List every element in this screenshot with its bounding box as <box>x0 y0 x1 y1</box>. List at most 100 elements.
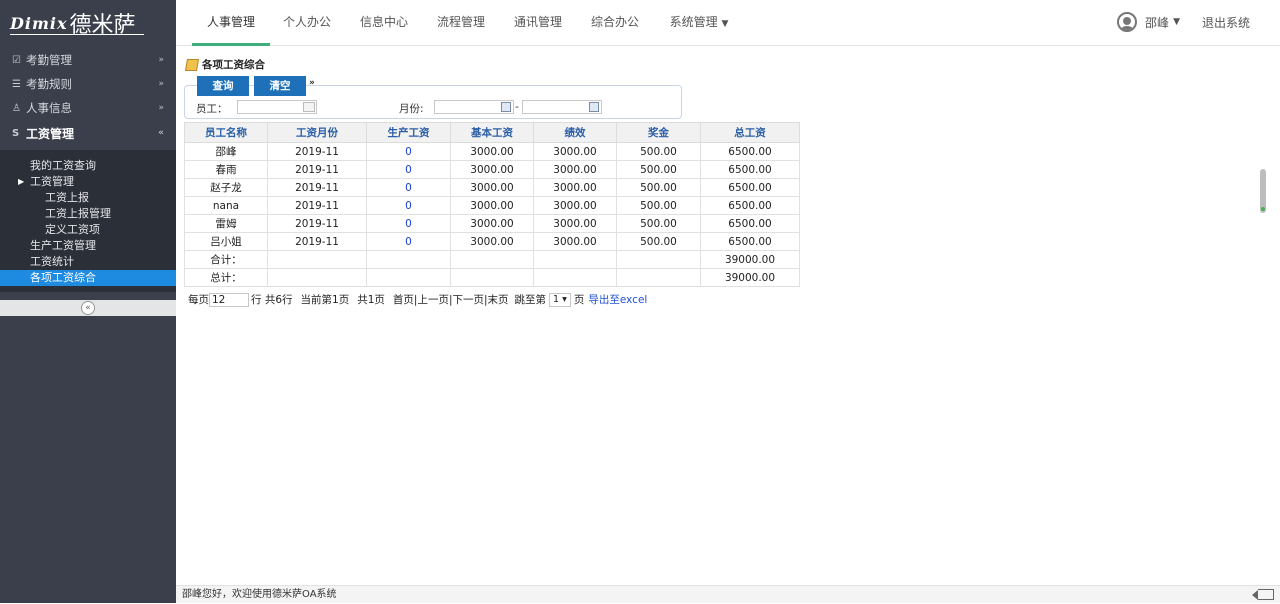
tab-general-office[interactable]: 综合办公 <box>584 0 646 46</box>
tab-label: 系统管理 <box>669 15 718 29</box>
sidebar-group-attendance[interactable]: ☑ 考勤管理 » <box>0 48 176 72</box>
column-header[interactable]: 生产工资 <box>366 122 451 143</box>
sidebar: Dimix 德米萨 ☑ 考勤管理 » ☰ 考勤规则 » ♙ 人事信息 » S 工… <box>0 0 176 603</box>
sidebar-item-my-salary[interactable]: 我的工资查询 <box>0 158 176 174</box>
scroll-indicator <box>1261 207 1265 211</box>
logout-link[interactable]: 退出系统 <box>1202 14 1250 31</box>
table-row: 雷姆 2019-11 0 3000.00 3000.00 500.00 6500… <box>184 214 800 233</box>
per-page-input[interactable]: 12 <box>209 292 249 307</box>
current-page-text: 当前第1页 <box>300 294 350 306</box>
employee-label: 员工： <box>196 103 228 115</box>
cell-base-salary: 3000.00 <box>450 142 534 161</box>
cell-bonus: 500.00 <box>616 142 701 161</box>
sidebar-group-label: 工资管理 <box>26 126 75 141</box>
employee-field[interactable] <box>237 100 317 114</box>
cell-base-salary: 3000.00 <box>450 196 534 215</box>
caret-down-icon[interactable]: ▼ <box>1173 17 1180 27</box>
per-page-label: 每页 <box>188 294 209 306</box>
salary-table: 员工名称 工资月份 生产工资 基本工资 绩效 奖金 总工资 邵峰 2019-11… <box>184 122 800 287</box>
cell-production-salary[interactable]: 0 <box>366 196 451 215</box>
chevron-up-icon: « <box>158 128 164 138</box>
empty-cell <box>450 268 534 287</box>
calendar-icon[interactable] <box>501 102 511 112</box>
total-label: 总计： <box>184 268 268 287</box>
cell-total-salary: 6500.00 <box>700 232 800 251</box>
column-header[interactable]: 奖金 <box>616 122 701 143</box>
sidebar-item-salary-summary[interactable]: 各项工资综合 <box>0 270 176 286</box>
sidebar-item-production-salary[interactable]: 生产工资管理 <box>0 238 176 254</box>
chevron-down-icon: » <box>158 79 164 89</box>
sidebar-item-define-salary-items[interactable]: 定义工资项 <box>0 222 176 238</box>
cell-production-salary[interactable]: 0 <box>366 178 451 197</box>
subtotal-label: 合计： <box>184 250 268 269</box>
cell-bonus: 500.00 <box>616 178 701 197</box>
column-header[interactable]: 绩效 <box>533 122 617 143</box>
cell-production-salary[interactable]: 0 <box>366 232 451 251</box>
cell-production-salary[interactable]: 0 <box>366 142 451 161</box>
tab-communication[interactable]: 通讯管理 <box>507 0 569 46</box>
query-button[interactable]: 查询 <box>197 76 249 96</box>
cell-production-salary[interactable]: 0 <box>366 160 451 179</box>
tab-hr-management[interactable]: 人事管理 <box>192 0 270 46</box>
tab-personal-office[interactable]: 个人办公 <box>276 0 338 46</box>
cell-month: 2019-11 <box>267 142 367 161</box>
picker-icon[interactable] <box>303 102 315 112</box>
back-arrow-icon[interactable] <box>1252 589 1274 600</box>
sidebar-group-salary[interactable]: S 工资管理 « <box>0 120 176 146</box>
cell-bonus: 500.00 <box>616 196 701 215</box>
sidebar-item-salary-management[interactable]: ▶ 工资管理 <box>0 174 176 190</box>
clear-button[interactable]: 清空 <box>254 76 306 96</box>
empty-cell <box>533 268 617 287</box>
sidebar-collapse-bar[interactable]: « <box>0 300 176 316</box>
sidebar-group-hr-info[interactable]: ♙ 人事信息 » <box>0 96 176 120</box>
cell-base-salary: 3000.00 <box>450 214 534 233</box>
collapse-icon[interactable]: « <box>81 301 95 315</box>
month-start-field[interactable] <box>434 100 514 114</box>
cell-base-salary: 3000.00 <box>450 232 534 251</box>
cell-total-salary: 6500.00 <box>700 160 800 179</box>
footer: 邵峰您好，欢迎使用德米萨OA系统 <box>176 585 1280 603</box>
avatar[interactable] <box>1117 12 1138 32</box>
column-header[interactable]: 工资月份 <box>267 122 367 143</box>
page-navigation-links[interactable]: 首页|上一页|下一页|末页 <box>393 292 509 307</box>
sidebar-group-label: 考勤规则 <box>26 77 72 91</box>
cell-employee: 赵子龙 <box>184 178 268 197</box>
cell-total-salary: 6500.00 <box>700 196 800 215</box>
empty-cell <box>366 268 451 287</box>
tab-system-management[interactable]: 系统管理 ▼ <box>664 0 734 46</box>
sidebar-group-attendance-rules[interactable]: ☰ 考勤规则 » <box>0 72 176 96</box>
month-end-field[interactable] <box>522 100 602 114</box>
page-title: 各项工资综合 <box>184 57 265 72</box>
column-header[interactable]: 基本工资 <box>450 122 534 143</box>
sidebar-item-salary-report[interactable]: 工资上报 <box>0 190 176 206</box>
column-header[interactable]: 员工名称 <box>184 122 268 143</box>
subtotal-row: 合计： 39000.00 <box>184 250 800 269</box>
cell-production-salary[interactable]: 0 <box>366 214 451 233</box>
jump-label: 跳至第 <box>514 294 547 306</box>
tab-info-center[interactable]: 信息中心 <box>353 0 415 46</box>
cell-performance: 3000.00 <box>533 178 617 197</box>
cell-bonus: 500.00 <box>616 232 701 251</box>
chevron-down-icon: » <box>158 103 164 113</box>
expand-down-icon[interactable]: » <box>309 78 315 88</box>
cell-employee: 雷姆 <box>184 214 268 233</box>
jump-page-select[interactable]: 1 ▾ <box>549 292 571 307</box>
user-name[interactable]: 邵峰 <box>1145 14 1169 31</box>
table-row: nana 2019-11 0 3000.00 3000.00 500.00 65… <box>184 196 800 215</box>
export-excel-link[interactable]: 导出至excel <box>588 292 647 307</box>
calendar-icon[interactable] <box>589 102 599 112</box>
total-row: 总计： 39000.00 <box>184 268 800 287</box>
sidebar-item-salary-report-management[interactable]: 工资上报管理 <box>0 206 176 222</box>
search-panel: 查询 清空 » 员工： 月份: - <box>184 76 682 119</box>
table-row: 春雨 2019-11 0 3000.00 3000.00 500.00 6500… <box>184 160 800 179</box>
vertical-scrollbar[interactable] <box>1260 169 1266 213</box>
cell-total-salary: 6500.00 <box>700 214 800 233</box>
expand-triangle-icon: ▶ <box>18 177 25 186</box>
person-icon: ♙ <box>12 102 21 114</box>
column-header[interactable]: 总工资 <box>700 122 800 143</box>
cell-month: 2019-11 <box>267 214 367 233</box>
table-row: 吕小姐 2019-11 0 3000.00 3000.00 500.00 650… <box>184 232 800 251</box>
sidebar-item-label: 工资管理 <box>30 175 74 188</box>
tab-workflow[interactable]: 流程管理 <box>430 0 492 46</box>
sidebar-item-salary-statistics[interactable]: 工资统计 <box>0 254 176 270</box>
